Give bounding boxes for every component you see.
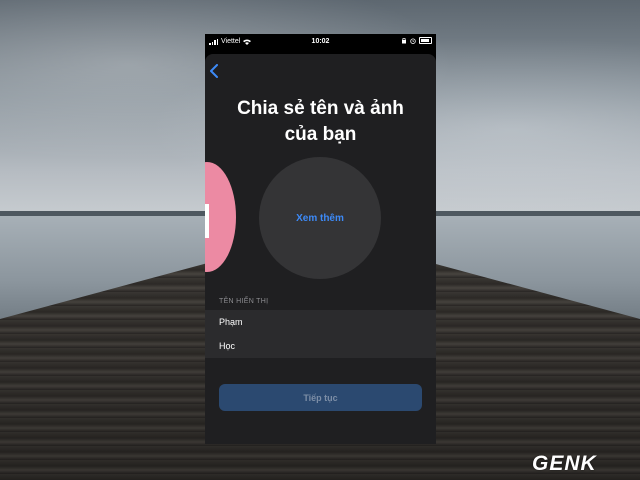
see-more-avatar-button[interactable]: Xem thêm bbox=[259, 157, 381, 279]
share-name-sheet: Chia sẻ tên và ảnh của bạn Xem thêm TÊN … bbox=[205, 54, 436, 444]
continue-button[interactable]: Tiếp tục bbox=[219, 384, 422, 411]
first-name-value: Phạm bbox=[219, 317, 243, 327]
orientation-lock-icon bbox=[402, 37, 406, 43]
alarm-icon bbox=[410, 38, 416, 44]
last-name-value: Học bbox=[219, 341, 236, 351]
status-right bbox=[401, 37, 432, 44]
back-button[interactable] bbox=[209, 64, 223, 80]
battery-icon bbox=[419, 37, 432, 44]
chevron-left-icon bbox=[210, 64, 218, 78]
title-line-1: Chia sẻ tên và ảnh bbox=[237, 98, 404, 119]
see-more-label: Xem thêm bbox=[296, 212, 344, 224]
display-name-label: TÊN HIỂN THỊ bbox=[219, 298, 269, 305]
last-name-field[interactable]: Học bbox=[205, 334, 436, 358]
memoji-avatar-option[interactable] bbox=[205, 162, 236, 272]
first-name-field[interactable]: Phạm bbox=[205, 310, 436, 334]
avatar-highlight bbox=[205, 204, 209, 238]
status-bar: Viettel 10:02 bbox=[205, 34, 436, 50]
phone-screen: Viettel 10:02 Chia sẻ tên và ảnh của bạn… bbox=[205, 34, 436, 444]
genk-logo: GENK bbox=[532, 452, 597, 475]
continue-label: Tiếp tục bbox=[303, 392, 338, 403]
page-title: Chia sẻ tên và ảnh của bạn bbox=[205, 96, 436, 148]
title-line-2: của bạn bbox=[284, 124, 357, 145]
